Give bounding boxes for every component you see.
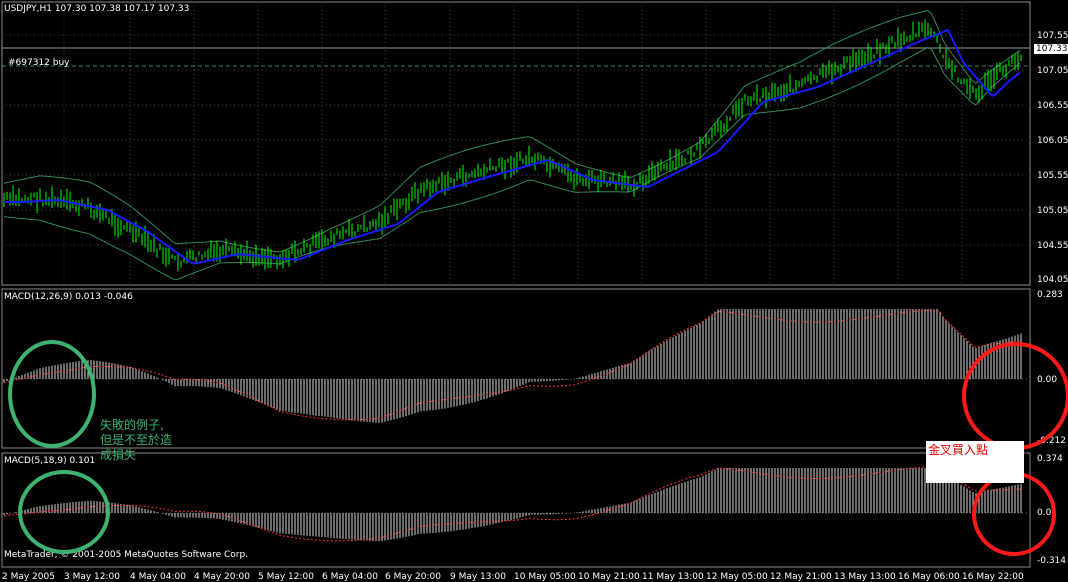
date-label: 4 May 04:00 bbox=[130, 572, 186, 582]
macd1-tick: -0.212 bbox=[1037, 436, 1067, 446]
date-label: 11 May 13:00 bbox=[642, 572, 704, 582]
date-label: 10 May 05:00 bbox=[514, 572, 576, 582]
price-panel[interactable]: USDJPY,H1 107.30 107.38 107.17 107.33 #6… bbox=[0, 0, 1068, 287]
date-label: 6 May 04:00 bbox=[322, 572, 378, 582]
date-label: 16 May 06:00 bbox=[898, 572, 960, 582]
date-label: 16 May 22:00 bbox=[962, 572, 1024, 582]
current-price-tag: 107.33 bbox=[1034, 44, 1068, 54]
price-tick: 105.05 bbox=[1037, 206, 1068, 216]
date-label: 3 May 12:00 bbox=[64, 572, 120, 582]
price-tick: 107.55 bbox=[1037, 31, 1068, 41]
golden-cross-note: 金叉買入點 bbox=[926, 441, 1024, 483]
date-label: 4 May 20:00 bbox=[194, 572, 250, 582]
failure-note: 失敗的例子, 但是不至於造 成損失 bbox=[100, 418, 173, 462]
date-label: 2 May 2005 bbox=[2, 572, 55, 582]
macd2-tick: -0.314 bbox=[1037, 556, 1067, 566]
date-label: 12 May 21:00 bbox=[770, 572, 832, 582]
golden-cross-label: 金叉買入點 bbox=[928, 443, 989, 457]
date-label: 6 May 20:00 bbox=[385, 572, 441, 582]
chart-title: USDJPY,H1 107.30 107.38 107.17 107.33 bbox=[4, 4, 190, 14]
date-label: 5 May 12:00 bbox=[258, 572, 314, 582]
macd1-tick: 0.283 bbox=[1037, 290, 1063, 300]
price-plot-frame bbox=[1, 1, 1031, 286]
order-label: #697312 buy bbox=[8, 58, 70, 68]
macd2-title: MACD(5,18,9) 0.101 bbox=[4, 456, 96, 466]
date-label: 13 May 13:00 bbox=[834, 572, 896, 582]
price-tick: 104.05 bbox=[1037, 275, 1068, 285]
price-tick: 106.55 bbox=[1037, 101, 1068, 111]
macd2-tick: 0.0 bbox=[1037, 508, 1052, 518]
price-tick: 106.05 bbox=[1037, 136, 1068, 146]
price-tick: 107.05 bbox=[1037, 66, 1068, 76]
macd2-panel[interactable]: MACD(5,18,9) 0.101 0.374 0.0 -0.314 Meta… bbox=[0, 451, 1068, 569]
price-tick: 105.55 bbox=[1037, 171, 1068, 181]
footer-copyright: MetaTrader, © 2001-2005 MetaQuotes Softw… bbox=[4, 550, 249, 560]
macd1-tick: 0.00 bbox=[1037, 375, 1058, 385]
date-label: 10 May 21:00 bbox=[578, 572, 640, 582]
price-chart[interactable] bbox=[0, 0, 1068, 287]
date-label: 9 May 13:00 bbox=[450, 572, 506, 582]
macd1-title: MACD(12,26,9) 0.013 -0.046 bbox=[4, 292, 133, 302]
bollinger-lower bbox=[3, 46, 1021, 281]
date-label: 12 May 05:00 bbox=[706, 572, 768, 582]
macd2-tick: 0.374 bbox=[1037, 454, 1063, 464]
price-tick: 104.55 bbox=[1037, 241, 1068, 251]
